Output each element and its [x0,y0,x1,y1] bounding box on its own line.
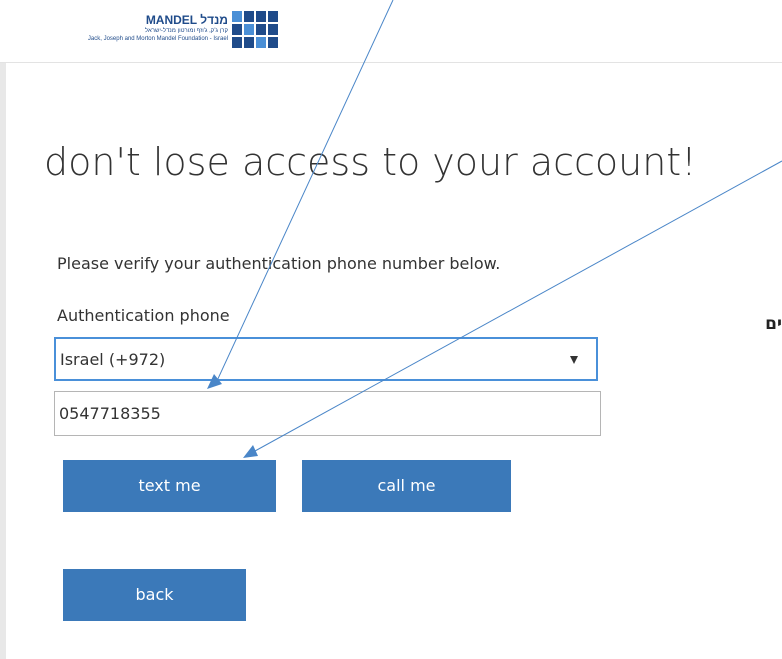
instruction-text: Please verify your authentication phone … [57,254,501,273]
logo-english-line: Jack, Joseph and Morton Mandel Foundatio… [87,36,228,42]
logo-grid-cell [256,11,266,22]
page-title: don't lose access to your account! [44,140,697,184]
logo-text: MANDEL מנדל קרן ג'ק, ג'וזף ומורטון מנדל-… [6,11,228,51]
authentication-phone-label: Authentication phone [57,306,230,325]
caret-down-icon [570,356,578,364]
logo-grid-cell [232,24,242,35]
logo-grid-cell [232,37,242,48]
logo-grid-cell [244,11,254,22]
logo-grid-cell [244,24,254,35]
logo-grid-icon [232,11,278,49]
back-button[interactable]: back [63,569,246,621]
logo-grid-cell [268,11,278,22]
header-bar: MANDEL מנדל קרן ג'ק, ג'וזף ומורטון מנדל-… [0,0,782,63]
annotation-arrowhead-2 [243,445,258,458]
logo-grid-cell [268,37,278,48]
window-left-edge [0,0,6,659]
logo-hebrew-line: קרן ג'ק, ג'וזף ומורטון מנדל-ישראל [144,28,228,34]
hebrew-text-fragment: ים [765,314,782,334]
phone-number-input[interactable] [54,391,601,436]
logo-grid-cell [244,37,254,48]
call-me-button[interactable]: call me [302,460,511,512]
country-code-select[interactable]: Israel (+972) [54,337,598,381]
logo-grid-cell [232,11,242,22]
annotation-overlay [207,0,782,458]
mandel-logo: MANDEL מנדל קרן ג'ק, ג'וזף ומורטון מנדל-… [6,11,286,51]
logo-grid-cell [268,24,278,35]
logo-name: MANDEL מנדל [145,13,228,27]
text-me-button[interactable]: text me [63,460,276,512]
country-code-value: Israel (+972) [60,350,166,369]
logo-grid-cell [256,37,266,48]
logo-grid-cell [256,24,266,35]
